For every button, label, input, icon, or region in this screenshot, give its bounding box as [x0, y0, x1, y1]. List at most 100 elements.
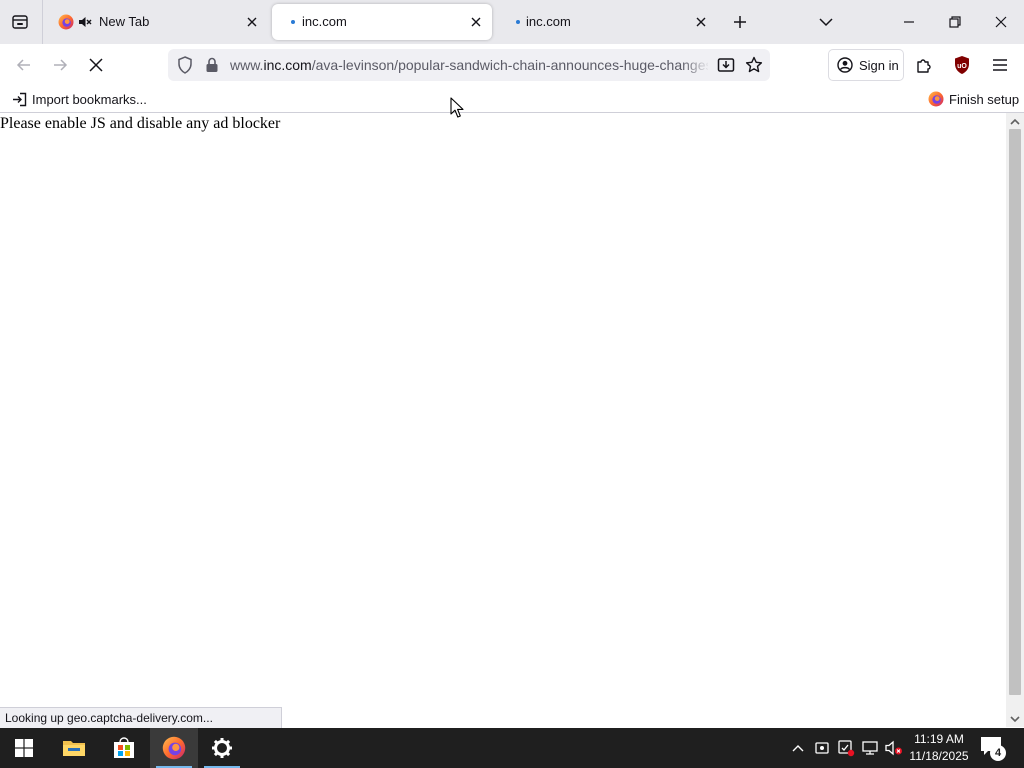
shield-icon: [178, 56, 192, 74]
address-bar[interactable]: www.inc.com/ava-levinson/popular-sandwic…: [168, 49, 770, 81]
volume-button[interactable]: [884, 738, 904, 758]
star-icon: [745, 56, 763, 73]
site-security-button[interactable]: [202, 55, 222, 75]
windows-logo-icon: [15, 739, 33, 757]
firefox-view-icon: [12, 15, 28, 29]
tray-device-icon: [815, 742, 829, 754]
scroll-up-button[interactable]: [1006, 113, 1024, 129]
account-icon: [837, 57, 853, 73]
action-center-button[interactable]: 4: [980, 734, 1008, 762]
page-message: Please enable JS and disable any ad bloc…: [0, 115, 281, 132]
taskbar-firefox[interactable]: [150, 728, 198, 768]
tab-close-button[interactable]: [691, 12, 711, 32]
finish-setup-button[interactable]: Finish setup: [928, 89, 1019, 109]
speaker-muted-icon: [885, 740, 902, 756]
url-text[interactable]: www.inc.com/ava-levinson/popular-sandwic…: [230, 57, 708, 73]
chevron-up-icon: [1010, 118, 1020, 125]
firefox-logo-icon: [162, 736, 186, 760]
lock-icon: [206, 57, 218, 72]
taskbar-settings[interactable]: [198, 728, 246, 768]
notification-count-badge: 4: [990, 745, 1006, 761]
minimize-button[interactable]: [886, 0, 932, 44]
firefox-logo-icon: [928, 91, 944, 107]
mouse-cursor-icon: [450, 97, 464, 118]
bookmark-star-button[interactable]: [744, 55, 764, 75]
back-button[interactable]: [8, 49, 40, 81]
plus-icon: [734, 16, 746, 28]
firefox-logo-icon: [58, 14, 74, 30]
import-bookmarks-button[interactable]: Import bookmarks...: [12, 89, 147, 109]
close-icon: [696, 17, 706, 27]
store-bag-icon: [114, 737, 134, 758]
tracking-protection-button[interactable]: [175, 55, 195, 75]
stop-loading-button[interactable]: [80, 49, 112, 81]
close-window-button[interactable]: [978, 0, 1024, 44]
tab-title: New Tab: [99, 14, 150, 29]
tab-inc-com-active[interactable]: inc.com: [272, 4, 492, 40]
vertical-scrollbar[interactable]: [1006, 113, 1024, 727]
minimize-icon: [904, 21, 914, 23]
tray-security-icon[interactable]: [836, 738, 856, 758]
forward-button[interactable]: [44, 49, 76, 81]
close-icon: [995, 16, 1007, 28]
network-button[interactable]: [860, 738, 880, 758]
navigation-toolbar: www.inc.com/ava-levinson/popular-sandwic…: [0, 44, 1024, 86]
tab-new-tab[interactable]: New Tab: [46, 4, 268, 40]
bookmarks-toolbar: Import bookmarks... Finish setup: [0, 86, 1024, 112]
download-to-device-icon: [717, 58, 735, 72]
ublock-shield-icon: uO: [955, 56, 969, 74]
page-content: Please enable JS and disable any ad bloc…: [0, 113, 1006, 727]
chevron-down-icon: [819, 18, 833, 27]
reader-save-button[interactable]: [716, 55, 736, 75]
application-menu-button[interactable]: [984, 49, 1016, 81]
new-tab-button[interactable]: [726, 8, 754, 36]
tab-strip: New Tab inc.com inc.com: [0, 0, 1024, 44]
hamburger-menu-icon: [993, 59, 1007, 71]
import-bookmarks-label: Import bookmarks...: [32, 91, 147, 107]
arrow-left-icon: [16, 59, 30, 71]
muted-speaker-icon[interactable]: [78, 15, 92, 29]
tab-close-button[interactable]: [242, 12, 262, 32]
windows-taskbar: 11:19 AM 11/18/2025 4: [0, 728, 1024, 768]
folder-icon: [63, 741, 85, 756]
scrollbar-thumb[interactable]: [1009, 129, 1021, 695]
extensions-button[interactable]: [908, 49, 940, 81]
taskbar-microsoft-store[interactable]: [100, 728, 148, 768]
stop-icon: [89, 58, 103, 72]
tray-app-icon[interactable]: [812, 738, 832, 758]
close-icon: [471, 17, 481, 27]
firefox-view-button[interactable]: [4, 6, 36, 38]
taskbar-file-explorer[interactable]: [50, 728, 98, 768]
loading-indicator-icon: [291, 20, 295, 24]
loading-indicator-icon: [516, 20, 520, 24]
clock-date: 11/18/2025: [909, 749, 969, 763]
chevron-down-icon: [1010, 715, 1020, 722]
tab-title: inc.com: [302, 14, 347, 29]
gear-icon: [212, 738, 232, 758]
arrow-right-icon: [54, 59, 68, 71]
url-host: inc.com: [263, 57, 312, 73]
network-icon: [862, 741, 878, 755]
restore-button[interactable]: [932, 0, 978, 44]
sign-in-button[interactable]: Sign in: [828, 49, 904, 81]
ublock-origin-button[interactable]: uO: [946, 49, 978, 81]
restore-icon: [949, 16, 961, 28]
sign-in-label: Sign in: [859, 57, 899, 73]
svg-text:uO: uO: [957, 63, 967, 70]
tab-separator: [42, 0, 43, 44]
clock-time: 11:19 AM: [914, 732, 964, 746]
chevron-up-icon: [792, 745, 804, 752]
url-path: /ava-levinson/popular-sandwich-chain-ann…: [311, 57, 708, 73]
tab-inc-com[interactable]: inc.com: [496, 4, 718, 40]
url-prefix: www.: [230, 57, 264, 73]
finish-setup-label: Finish setup: [949, 91, 1020, 107]
start-button[interactable]: [0, 728, 48, 768]
scroll-down-button[interactable]: [1006, 711, 1024, 727]
close-icon: [247, 17, 257, 27]
status-panel: Looking up geo.captcha-delivery.com...: [0, 707, 282, 728]
list-all-tabs-button[interactable]: [812, 8, 840, 36]
show-hidden-icons-button[interactable]: [788, 738, 808, 758]
taskbar-clock[interactable]: 11:19 AM 11/18/2025: [902, 731, 976, 765]
import-icon: [13, 92, 27, 106]
tab-close-button[interactable]: [466, 12, 486, 32]
